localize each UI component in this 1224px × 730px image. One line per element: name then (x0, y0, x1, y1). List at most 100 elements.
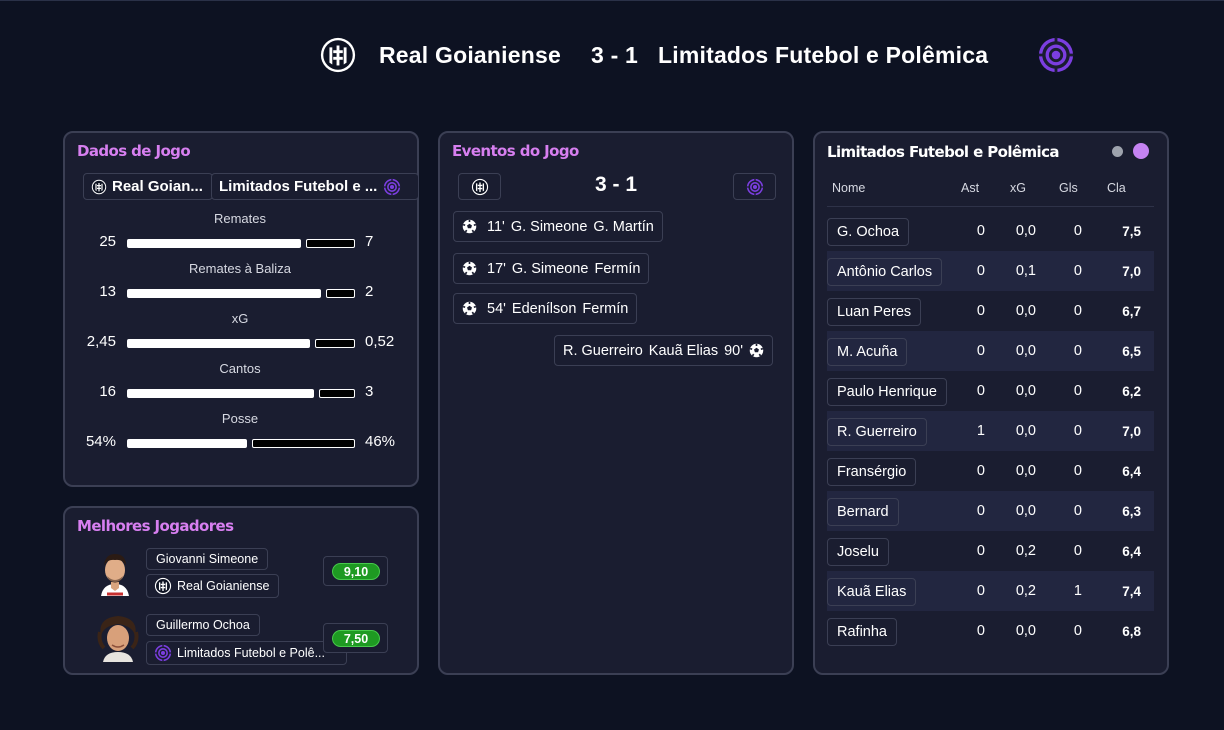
tab-away-label: Limitados Futebol e ... (219, 178, 378, 195)
match-header: Real Goianiense 3 - 1 Limitados Futebol … (0, 34, 1224, 78)
cell-ast: 0 (976, 543, 985, 559)
match-stats-card: Dados de Jogo Real Goian... Limitados Fu… (63, 131, 419, 487)
col-header-ast[interactable]: Ast (961, 181, 979, 195)
table-row[interactable]: Rafinha 0 0,0 0 6,8 (827, 611, 1154, 651)
cell-xg: 0,0 (1015, 303, 1036, 319)
player-name-chip[interactable]: Fransérgio (827, 458, 917, 486)
cell-xg: 0,0 (1015, 503, 1036, 519)
cell-ast: 0 (976, 463, 985, 479)
cell-xg: 0,0 (1015, 423, 1036, 439)
col-header-name[interactable]: Nome (832, 181, 865, 195)
tab-home-label: Real Goian... (112, 178, 203, 195)
goal-event[interactable]: R. Guerreiro Kauã Elias 90' (554, 335, 774, 366)
col-header-gls[interactable]: Gls (1059, 181, 1078, 195)
stat-away-bar (252, 439, 355, 448)
player-team-label: Real Goianiense (177, 579, 270, 593)
col-header-cla[interactable]: Cla (1107, 181, 1126, 195)
stat-home-value: 25 (99, 233, 116, 250)
table-row[interactable]: Luan Peres 0 0,0 0 6,7 (827, 291, 1154, 331)
cell-xg: 0,2 (1015, 543, 1036, 559)
cell-gls: 1 (1073, 583, 1082, 599)
stat-home-value: 2,45 (86, 333, 116, 350)
cell-ast: 0 (976, 343, 985, 359)
rating-badge: 7,50 (332, 630, 380, 647)
goal-event[interactable]: 11' G. Simeone G. Martín (453, 211, 663, 242)
player-name-chip[interactable]: Joselu (827, 538, 889, 566)
stat-home-value: 16 (99, 383, 116, 400)
stat-away-value: 0,52 (365, 333, 395, 350)
event-scorer: G. Simeone (510, 218, 588, 235)
event-minute: 17' (487, 260, 506, 277)
event-assist: G. Martín (593, 218, 654, 235)
home-crest-icon (319, 36, 357, 74)
cell-cla: 6,4 (1122, 464, 1141, 479)
player-team-label: Limitados Futebol e Polê... (177, 646, 325, 660)
table-row[interactable]: M. Acuña 0 0,0 0 6,5 (827, 331, 1154, 371)
table-row[interactable]: Kauã Elias 0 0,2 1 7,4 (827, 571, 1154, 611)
player-name: Giovanni Simeone (146, 548, 269, 570)
cell-gls: 0 (1073, 463, 1082, 479)
player-name-chip[interactable]: Paulo Henrique (827, 378, 947, 406)
cell-cla: 6,4 (1122, 544, 1141, 559)
lineup-title: Limitados Futebol e Polêmica (827, 143, 1059, 161)
best-players-title: Melhores Jogadores (77, 517, 234, 535)
event-scorer: G. Simeone (511, 260, 589, 277)
player-name-chip[interactable]: Antônio Carlos (827, 258, 943, 286)
football-icon (462, 261, 477, 276)
event-minute: 11' (487, 218, 505, 235)
table-row[interactable]: R. Guerreiro 1 0,0 0 7,0 (827, 411, 1154, 451)
event-scorer: Edenílson (511, 300, 577, 317)
events-away-crest[interactable] (733, 173, 776, 200)
cell-cla: 6,3 (1122, 504, 1141, 519)
table-row[interactable]: Fransérgio 0 0,0 0 6,4 (827, 451, 1154, 491)
header-divider (827, 206, 1154, 207)
cell-xg: 0,1 (1015, 263, 1036, 279)
cell-gls: 0 (1073, 263, 1082, 279)
player-name-chip[interactable]: Bernard (827, 498, 899, 526)
goal-event[interactable]: 54' Edenílson Fermín (453, 293, 638, 324)
cell-cla: 7,4 (1122, 584, 1141, 599)
table-row[interactable]: Bernard 0 0,0 0 6,3 (827, 491, 1154, 531)
stat-label: Cantos (219, 361, 261, 376)
tab-away-team[interactable]: Limitados Futebol e ... (211, 173, 419, 200)
goal-event[interactable]: 17' G. Simeone Fermín (453, 253, 650, 284)
table-row[interactable]: Paulo Henrique 0 0,0 0 6,2 (827, 371, 1154, 411)
stat-home-bar (127, 439, 247, 448)
cell-xg: 0,0 (1015, 343, 1036, 359)
player-name-chip[interactable]: R. Guerreiro (827, 418, 927, 446)
player-rating-box: 7,50 (323, 623, 388, 653)
page-dot-1[interactable] (1112, 146, 1123, 157)
stat-away-value: 46% (365, 433, 396, 450)
cell-gls: 0 (1073, 623, 1082, 639)
tab-home-team[interactable]: Real Goian... (83, 173, 213, 200)
event-minute: 54' (487, 300, 506, 317)
page-dot-2[interactable] (1133, 143, 1149, 159)
stat-home-bar (127, 389, 314, 398)
match-score: 3 - 1 (591, 42, 639, 68)
stat-home-value: 54% (85, 433, 116, 450)
home-team-name: Real Goianiense (379, 42, 561, 68)
away-team-name: Limitados Futebol e Polêmica (658, 42, 989, 68)
cell-ast: 0 (976, 583, 985, 599)
player-name-chip[interactable]: G. Ochoa (827, 218, 910, 246)
player-name-chip[interactable]: Kauã Elias (827, 578, 917, 606)
stat-label: Posse (221, 411, 259, 426)
player-name-chip[interactable]: Luan Peres (827, 298, 922, 326)
table-row[interactable]: G. Ochoa 0 0,0 0 7,5 (827, 211, 1154, 251)
match-stats-title: Dados de Jogo (77, 142, 191, 160)
player-name-chip[interactable]: M. Acuña (827, 338, 908, 366)
table-row[interactable]: Antônio Carlos 0 0,1 0 7,0 (827, 251, 1154, 291)
cell-gls: 0 (1073, 383, 1082, 399)
table-row[interactable]: Joselu 0 0,2 0 6,4 (827, 531, 1154, 571)
football-icon (462, 301, 477, 316)
player-name: Guillermo Ochoa (146, 614, 260, 636)
player-name-chip[interactable]: Rafinha (827, 618, 897, 646)
cell-xg: 0,0 (1015, 383, 1036, 399)
col-header-xg[interactable]: xG (1010, 181, 1026, 195)
event-minute: 90' (724, 342, 744, 359)
away-crest-icon (1037, 36, 1075, 74)
home-crest-icon (154, 577, 172, 595)
cell-cla: 7,0 (1122, 264, 1141, 279)
cell-cla: 6,2 (1122, 384, 1141, 399)
stat-home-value: 13 (99, 283, 116, 300)
